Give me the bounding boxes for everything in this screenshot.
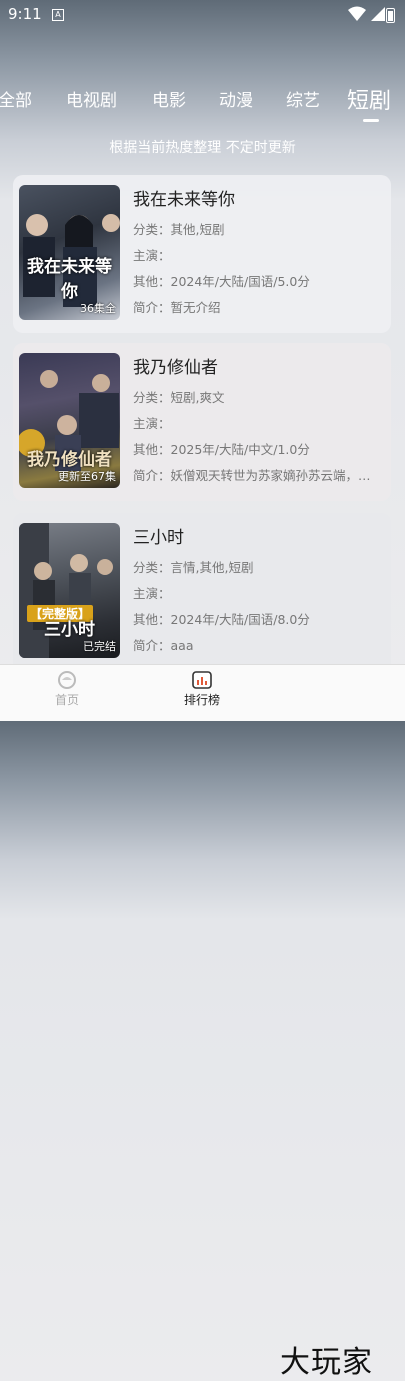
drama-card[interactable]: 【完整版】 三小时 已完结 三小时 分类：言情,其他,短剧 主演： 其他：202… bbox=[13, 513, 391, 673]
card-intro: 简介：暂无介绍 bbox=[133, 300, 221, 315]
card-cast: 主演： bbox=[133, 416, 171, 431]
nav-rank[interactable]: 排行榜 bbox=[162, 671, 242, 708]
poster-image: 我在未来等你 36集全 bbox=[19, 185, 120, 320]
bottom-navigation: 首页 排行榜 大玩家 bbox=[0, 664, 405, 1380]
watermark-logo: 大玩家 bbox=[280, 1345, 373, 1380]
card-cast: 主演： bbox=[133, 248, 171, 263]
battery-icon bbox=[386, 8, 395, 23]
list-subtitle: 根据当前热度整理 不定时更新 bbox=[109, 140, 296, 156]
tab-short-drama[interactable]: 短剧 bbox=[347, 83, 391, 115]
home-icon bbox=[58, 671, 76, 689]
signal-icon bbox=[371, 7, 385, 21]
tab-movie[interactable]: 电影 bbox=[152, 86, 186, 111]
notification-icon: A bbox=[52, 9, 64, 21]
ranking-icon bbox=[192, 671, 212, 689]
episode-badge: 36集全 bbox=[80, 302, 116, 315]
nav-home[interactable]: 首页 bbox=[27, 671, 107, 708]
card-intro: 简介：aaa bbox=[133, 638, 194, 653]
tab-variety[interactable]: 综艺 bbox=[286, 86, 320, 111]
poster-title: 我乃修仙者 bbox=[27, 450, 112, 470]
card-title: 我在未来等你 bbox=[133, 190, 235, 210]
card-other: 其他：2025年/大陆/中文/1.0分 bbox=[133, 442, 310, 457]
card-title: 我乃修仙者 bbox=[133, 358, 218, 378]
poster-title: 三小时 bbox=[44, 620, 95, 640]
card-category: 分类：短剧,爽文 bbox=[133, 390, 225, 405]
card-other: 其他：2024年/大陆/国语/5.0分 bbox=[133, 274, 310, 289]
status-bar: 9:11 A bbox=[0, 0, 405, 30]
nav-home-label: 首页 bbox=[54, 693, 79, 707]
drama-card[interactable]: 我乃修仙者 更新至67集 我乃修仙者 分类：短剧,爽文 主演： 其他：2025年… bbox=[13, 343, 391, 501]
card-other: 其他：2024年/大陆/国语/8.0分 bbox=[133, 612, 310, 627]
nav-rank-label: 排行榜 bbox=[183, 693, 220, 707]
status-time: 9:11 bbox=[8, 5, 42, 23]
card-cast: 主演： bbox=[133, 586, 171, 601]
drama-card[interactable]: 我在未来等你 36集全 我在未来等你 分类：其他,短剧 主演： 其他：2024年… bbox=[13, 175, 391, 333]
poster-image: 我乃修仙者 更新至67集 bbox=[19, 353, 120, 488]
card-category: 分类：其他,短剧 bbox=[133, 222, 225, 237]
tab-anime[interactable]: 动漫 bbox=[219, 86, 253, 111]
wifi-icon bbox=[348, 6, 366, 21]
episode-badge: 已完结 bbox=[83, 640, 116, 653]
card-title: 三小时 bbox=[133, 528, 184, 548]
tab-tv[interactable]: 电视剧 bbox=[66, 86, 117, 111]
poster-image: 【完整版】 三小时 已完结 bbox=[19, 523, 120, 658]
episode-badge: 更新至67集 bbox=[58, 470, 116, 483]
category-tabs: 全部 电视剧 电影 动漫 综艺 短剧 bbox=[0, 86, 405, 120]
card-intro: 简介：妖僧观天转世为苏家嫡孙苏云端，… bbox=[133, 468, 371, 483]
card-category: 分类：言情,其他,短剧 bbox=[133, 560, 254, 575]
tab-all[interactable]: 全部 bbox=[0, 86, 32, 111]
poster-title: 我在未来等你 bbox=[27, 257, 112, 302]
active-tab-indicator bbox=[363, 119, 379, 122]
